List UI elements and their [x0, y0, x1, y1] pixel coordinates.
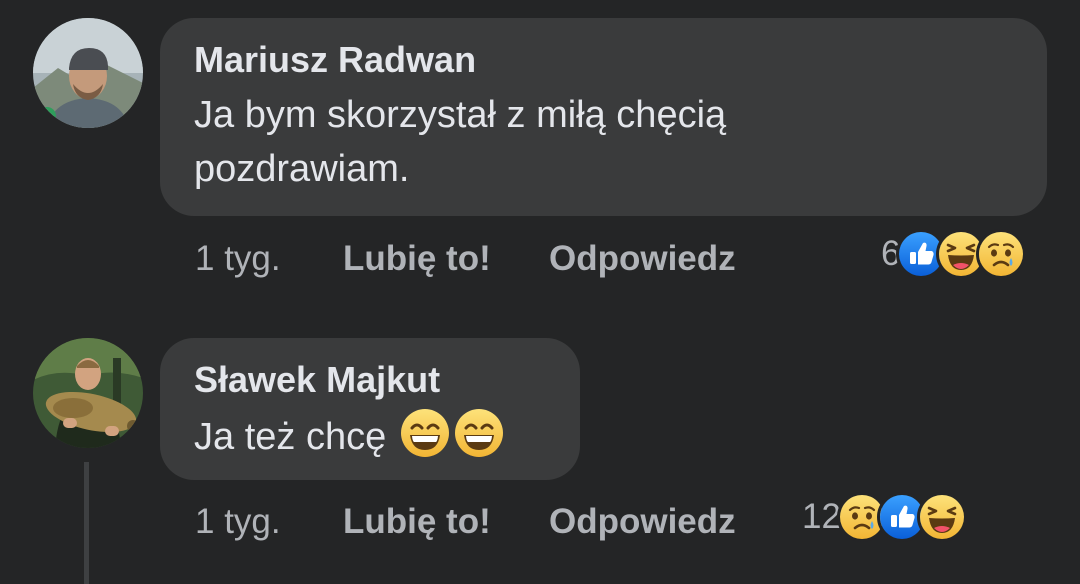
haha-icon — [916, 492, 967, 542]
comment-bubble: Sławek Majkut Ja też chcę — [160, 338, 580, 480]
comment-actions: 1 tyg. Lubię to! Odpowiedz — [195, 234, 736, 284]
reply-button[interactable]: Odpowiedz — [549, 239, 736, 279]
comment-text: Ja bym skorzystał z miłą chęcią pozdrawi… — [194, 94, 727, 190]
sad-icon — [976, 229, 1027, 279]
reply-thread-line — [84, 462, 89, 584]
like-button[interactable]: Lubię to! — [343, 239, 549, 279]
reaction-count: 12 — [802, 497, 841, 536]
comment-author[interactable]: Sławek Majkut — [194, 358, 546, 402]
like-button[interactable]: Lubię to! — [343, 502, 549, 542]
comment-timestamp[interactable]: 1 tyg. — [195, 239, 343, 279]
comment-text-line: Ja też chcę — [194, 408, 546, 464]
avatar[interactable] — [33, 18, 143, 128]
reactions-summary[interactable]: 6 — [881, 229, 1027, 279]
avatar[interactable] — [33, 338, 143, 448]
reply-button[interactable]: Odpowiedz — [549, 502, 736, 542]
comment-actions: 1 tyg. Lubię to! Odpowiedz — [195, 497, 736, 547]
grinning-face-icon — [454, 408, 504, 458]
comment-bubble: Mariusz Radwan Ja bym skorzystał z miłą … — [160, 18, 1047, 216]
comment-text: Ja też chcę — [194, 416, 387, 458]
comment-timestamp[interactable]: 1 tyg. — [195, 502, 343, 542]
comment-author[interactable]: Mariusz Radwan — [194, 38, 1013, 82]
grinning-face-icon — [400, 408, 450, 458]
reactions-summary[interactable]: 12 — [802, 492, 967, 542]
